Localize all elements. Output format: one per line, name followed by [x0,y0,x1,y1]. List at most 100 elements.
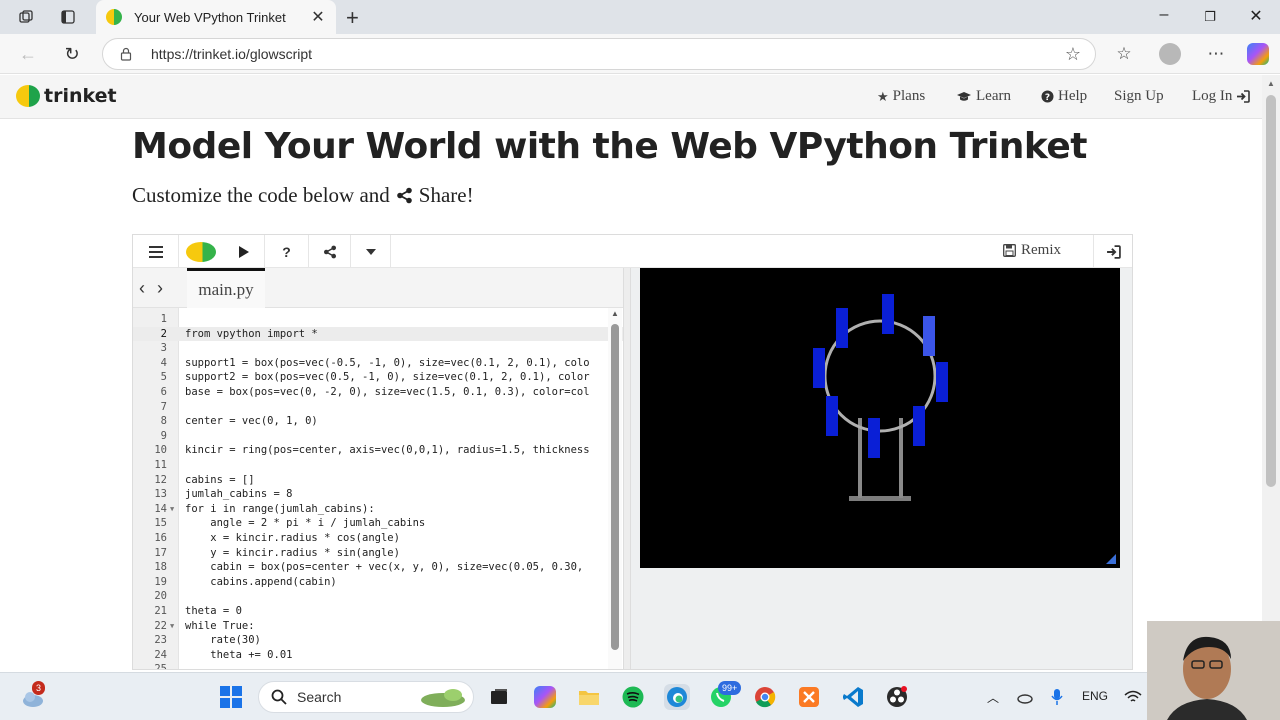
code-line[interactable]: 7 [133,400,623,415]
vscode-icon[interactable] [840,684,866,710]
fold-arrow-icon[interactable]: ▼ [170,502,174,517]
code-line[interactable]: 17 y = kincir.radius * sin(angle) [133,546,623,561]
network-cloud-icon[interactable] [1012,684,1038,710]
line-number: 11 [154,459,167,471]
code-line[interactable]: 8 center = vec(0, 1, 0) [133,414,623,429]
code-line[interactable]: 19 cabins.append(cabin) [133,575,623,590]
file-explorer-icon[interactable] [576,684,602,710]
trinket-logo-button[interactable] [179,235,223,268]
trinket-logo[interactable]: trinket [16,85,117,107]
menu-button[interactable] [133,235,179,268]
webcam-overlay [1147,621,1280,720]
code-line[interactable]: 13 jumlah_cabins = 8 [133,487,623,502]
resize-handle-icon[interactable] [1106,554,1116,564]
cabin [868,418,880,458]
code-line[interactable]: 2 from vpython import * [133,326,623,342]
code-line[interactable]: 9 [133,429,623,444]
dropdown-button[interactable] [351,235,391,268]
nav-login[interactable]: Log In [1192,88,1251,105]
code-line[interactable]: 21 theta = 0 [133,604,623,619]
code-line[interactable]: 15 angle = 2 * pi * i / jumlah_cabins [133,516,623,531]
lock-icon [120,47,132,61]
chevron-left-icon[interactable]: ‹ [139,278,145,299]
browser-tab[interactable]: Your Web VPython Trinket ✕ [96,0,336,34]
minimize-icon[interactable]: – [1154,6,1174,24]
code-line[interactable]: 22 ▼ while True: [133,619,623,634]
reload-icon[interactable]: ↻ [60,42,84,66]
edge-browser-icon[interactable] [664,684,690,710]
profile-icon[interactable] [1158,42,1182,66]
close-tab-icon[interactable]: ✕ [306,7,330,27]
run-button[interactable] [223,235,265,268]
page-scrollbar[interactable]: ▲ [1262,75,1280,670]
code-line[interactable]: 3 [133,341,623,356]
code-line[interactable]: 18 cabin = box(pos=center + vec(x, y, 0)… [133,560,623,575]
xampp-icon[interactable] [796,684,822,710]
more-menu-icon[interactable]: ⋯ [1204,42,1228,66]
weather-badge: 3 [32,681,46,695]
nav-help[interactable]: ? Help [1041,88,1087,105]
editor-scrollbar[interactable]: ▲ [608,308,622,669]
editor-scrollbar-thumb[interactable] [611,324,619,650]
code-line[interactable]: 11 [133,458,623,473]
new-tab-icon[interactable]: + [346,5,359,31]
screen: Your Web VPython Trinket ✕ + – ❐ ✕ ← ↻ h… [0,0,1280,720]
code-editor[interactable]: 1 2 from vpython import * 3 4 support1 = box(… [133,308,623,669]
pane-splitter[interactable] [623,268,631,669]
url-bar[interactable]: https://trinket.io/glowscript ☆ [102,38,1096,70]
line-number: 15 [154,517,167,530]
vpython-canvas[interactable] [640,268,1120,568]
support-right [899,418,903,498]
share-button[interactable] [309,235,351,268]
trinket-embed: ? Remix ‹ › main.py 1 2 from vpython imp… [132,234,1133,670]
tab-actions-icon[interactable] [58,7,78,27]
favorites-icon[interactable]: ☆ [1112,42,1136,66]
nav-plans[interactable]: ★ Plans [877,88,925,105]
code-line[interactable]: 5 support2 = box(pos=vec(0.5, -1, 0), siz… [133,370,623,385]
code-line[interactable]: 16 x = kincir.radius * cos(angle) [133,531,623,546]
back-icon[interactable]: ← [16,42,40,66]
code-line[interactable]: 4 support1 = box(pos=vec(-0.5, -1, 0), si… [133,356,623,371]
code-line[interactable]: 10 kincir = ring(pos=center, axis=vec(0,0… [133,443,623,458]
copilot-icon[interactable] [1246,42,1270,66]
workspaces-icon[interactable] [16,7,36,27]
code-text: jumlah_cabins = 8 [185,488,293,501]
code-line[interactable]: 1 [133,312,623,327]
input-language[interactable]: ENG [1082,689,1108,703]
windows-taskbar: 3 Search 99+ ︿ ENG [0,672,1280,720]
file-tab-main[interactable]: main.py [187,268,265,308]
chrome-icon[interactable] [752,684,778,710]
code-line[interactable]: 12 cabins = [] [133,473,623,488]
chevron-up-icon[interactable]: ︿ [980,684,1006,710]
chevron-right-icon[interactable]: › [157,278,163,299]
code-text: from vpython import * [185,327,318,340]
spotify-icon[interactable] [620,684,646,710]
editor-scroll-up-icon[interactable]: ▲ [611,309,619,318]
nav-signup[interactable]: Sign Up [1114,88,1164,105]
scroll-up-icon[interactable]: ▲ [1267,79,1275,88]
nav-learn[interactable]: Learn [956,88,1011,105]
svg-text:?: ? [1045,93,1050,103]
code-line[interactable]: 6 base = box(pos=vec(0, -2, 0), size=vec(… [133,385,623,400]
task-view-icon[interactable] [486,684,512,710]
share-link[interactable]: Share! [419,183,474,208]
fold-arrow-icon[interactable]: ▼ [170,619,174,634]
favorite-star-icon[interactable]: ☆ [1065,44,1081,65]
code-line[interactable]: 24 theta += 0.01 [133,648,623,663]
code-line[interactable]: 14 ▼ for i in range(jumlah_cabins): [133,502,623,517]
taskbar-search[interactable]: Search [258,681,474,713]
close-window-icon[interactable]: ✕ [1246,6,1266,26]
restore-icon[interactable]: ❐ [1200,9,1220,25]
remix-button[interactable]: Remix [1003,242,1061,259]
microphone-icon[interactable] [1044,684,1070,710]
help-button[interactable]: ? [265,235,309,268]
code-line[interactable]: 20 [133,589,623,604]
copilot-taskbar-icon[interactable] [532,684,558,710]
wifi-icon[interactable] [1120,684,1146,710]
trinket-login-button[interactable] [1093,235,1132,268]
windows-start-icon[interactable] [218,684,244,710]
page-scrollbar-thumb[interactable] [1266,95,1276,487]
obs-icon[interactable] [884,684,910,710]
code-line[interactable]: 25 [133,662,623,669]
code-line[interactable]: 23 rate(30) [133,633,623,648]
